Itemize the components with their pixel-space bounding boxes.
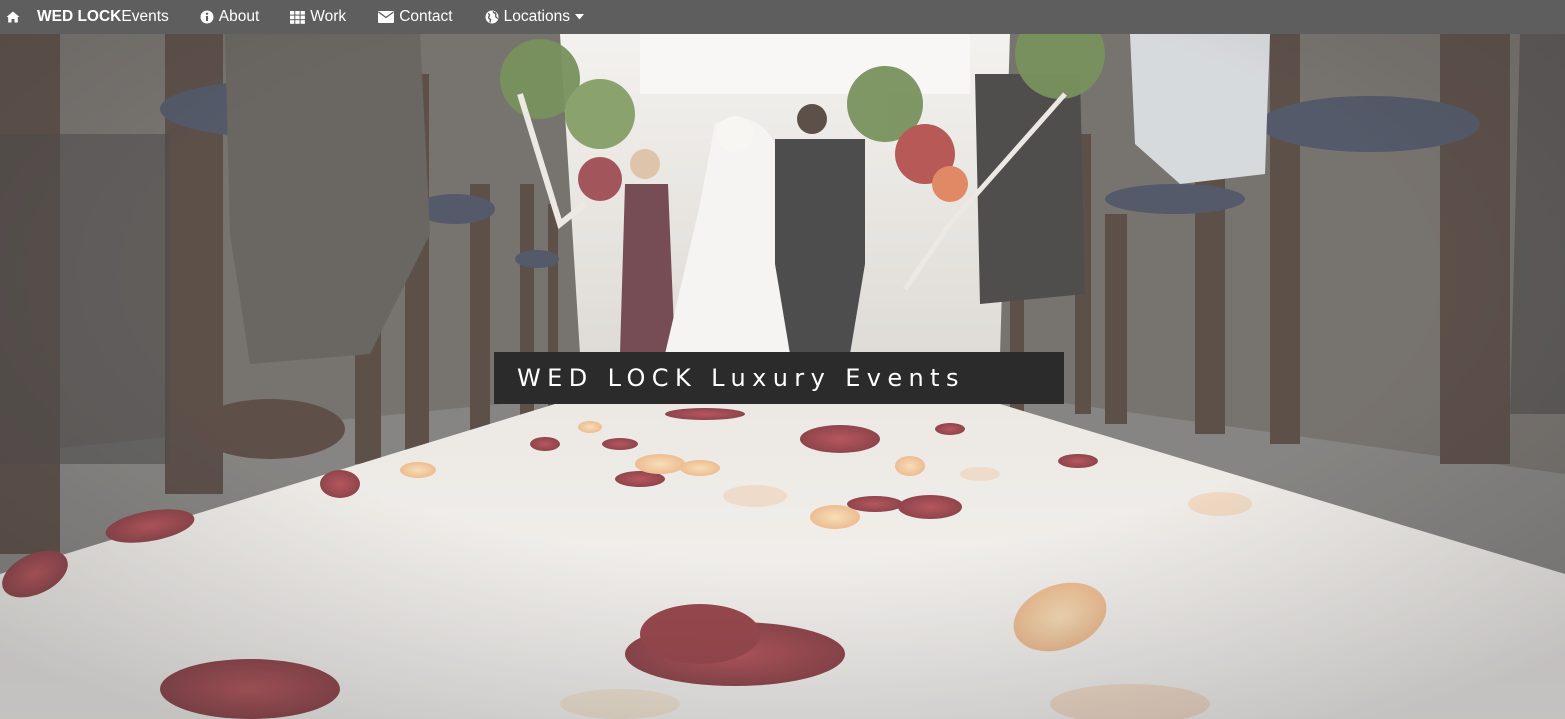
globe-icon <box>485 10 499 24</box>
brand-link[interactable]: WED LOCK Events <box>37 0 169 34</box>
nav-about-link[interactable]: About <box>200 0 260 34</box>
caret-down-icon <box>574 14 584 20</box>
home-link[interactable] <box>0 0 30 34</box>
info-circle-icon <box>200 10 214 24</box>
top-navbar: WED LOCK Events About Work Contact Locat… <box>0 0 1565 34</box>
brand-name-bold: WED LOCK <box>37 8 122 25</box>
hero-caption: WED LOCK Luxury Events <box>494 352 1064 404</box>
nav-work-link[interactable]: Work <box>290 0 346 34</box>
nav-locations-label: Locations <box>503 8 570 25</box>
nav-contact-link[interactable]: Contact <box>378 0 453 34</box>
nav-locations-dropdown[interactable]: Locations <box>485 0 584 34</box>
grid-icon <box>290 10 306 24</box>
home-icon <box>6 11 20 23</box>
envelope-icon <box>378 11 395 23</box>
brand-name-rest: Events <box>121 8 169 25</box>
nav-about-label: About <box>218 8 260 25</box>
hero-section: WED LOCK Luxury Events <box>0 34 1565 719</box>
nav-contact-label: Contact <box>399 8 453 25</box>
nav-work-label: Work <box>310 8 347 25</box>
